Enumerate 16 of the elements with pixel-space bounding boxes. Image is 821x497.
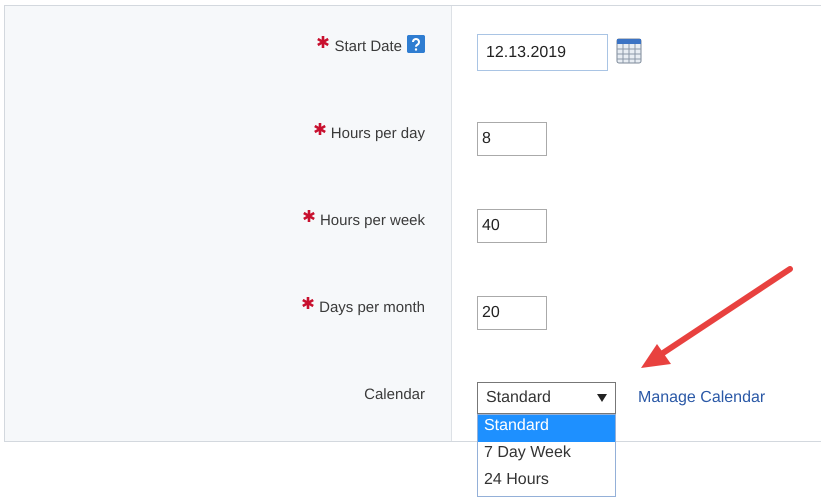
calendar-icon[interactable]	[616, 38, 642, 64]
number-field[interactable]: 8	[477, 122, 547, 156]
number-field[interactable]: 20	[477, 296, 547, 330]
caret-icon	[597, 394, 607, 402]
field-label: Days per month	[319, 299, 425, 316]
manage-calendar-link[interactable]: Manage Calendar	[638, 389, 766, 407]
field-label: Hours per day	[330, 125, 425, 142]
date-field[interactable]: 12.13.2019	[477, 34, 608, 71]
field-label: Start Date	[334, 38, 402, 55]
dropdown-option[interactable]: 24 Hours	[478, 469, 615, 496]
field-label: Hours per week	[320, 212, 425, 229]
calendar-dropdown[interactable]: Standard	[477, 382, 616, 414]
number-field[interactable]: 40	[477, 209, 547, 243]
help-icon[interactable]	[407, 35, 425, 53]
field-label: Calendar	[364, 386, 425, 403]
dropdown-option[interactable]: 7 Day Week	[478, 442, 615, 469]
